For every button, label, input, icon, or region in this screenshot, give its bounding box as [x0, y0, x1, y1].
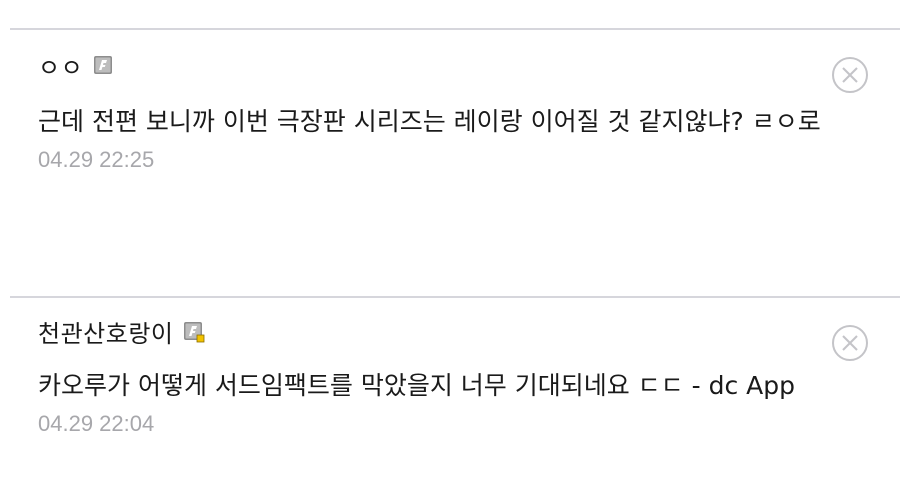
comment-nickname[interactable]: 천관산호랑이	[38, 314, 173, 349]
comment-nickname[interactable]: ㅇㅇ	[38, 48, 83, 83]
comment-header: ㅇㅇ	[38, 48, 900, 83]
comment-header: 천관산호랑이	[38, 314, 900, 349]
comment-timestamp: 04.29 22:25	[38, 147, 155, 172]
comment-divider	[10, 28, 900, 30]
comment-item: 천관산호랑이 카오루가 어떻게 서드임팩트를 막았을지 너무 기대되네요 ㄷㄷ …	[38, 316, 900, 437]
comment-text: 근데 전편 보니까 이번 극장판 시리즈는 레이랑 이어질 것 같지않냐? ㄹㅇ…	[38, 107, 821, 136]
gallery-manager-nick-icon	[183, 321, 205, 343]
gallery-fixed-nick-icon	[93, 55, 113, 75]
comment-item: ㅇㅇ 근데 전편 보니까 이번 극장판 시리즈는 레이랑 이어질 것 같지않냐?…	[38, 50, 900, 173]
close-circle-icon	[832, 57, 868, 93]
close-circle-icon	[832, 325, 868, 361]
delete-comment-button[interactable]	[831, 324, 869, 362]
comment-text: 카오루가 어떻게 서드임팩트를 막았을지 너무 기대되네요 ㄷㄷ - dc Ap…	[38, 371, 795, 400]
comment-divider	[10, 296, 900, 298]
delete-comment-button[interactable]	[831, 56, 869, 94]
comment-timestamp: 04.29 22:04	[38, 411, 155, 436]
